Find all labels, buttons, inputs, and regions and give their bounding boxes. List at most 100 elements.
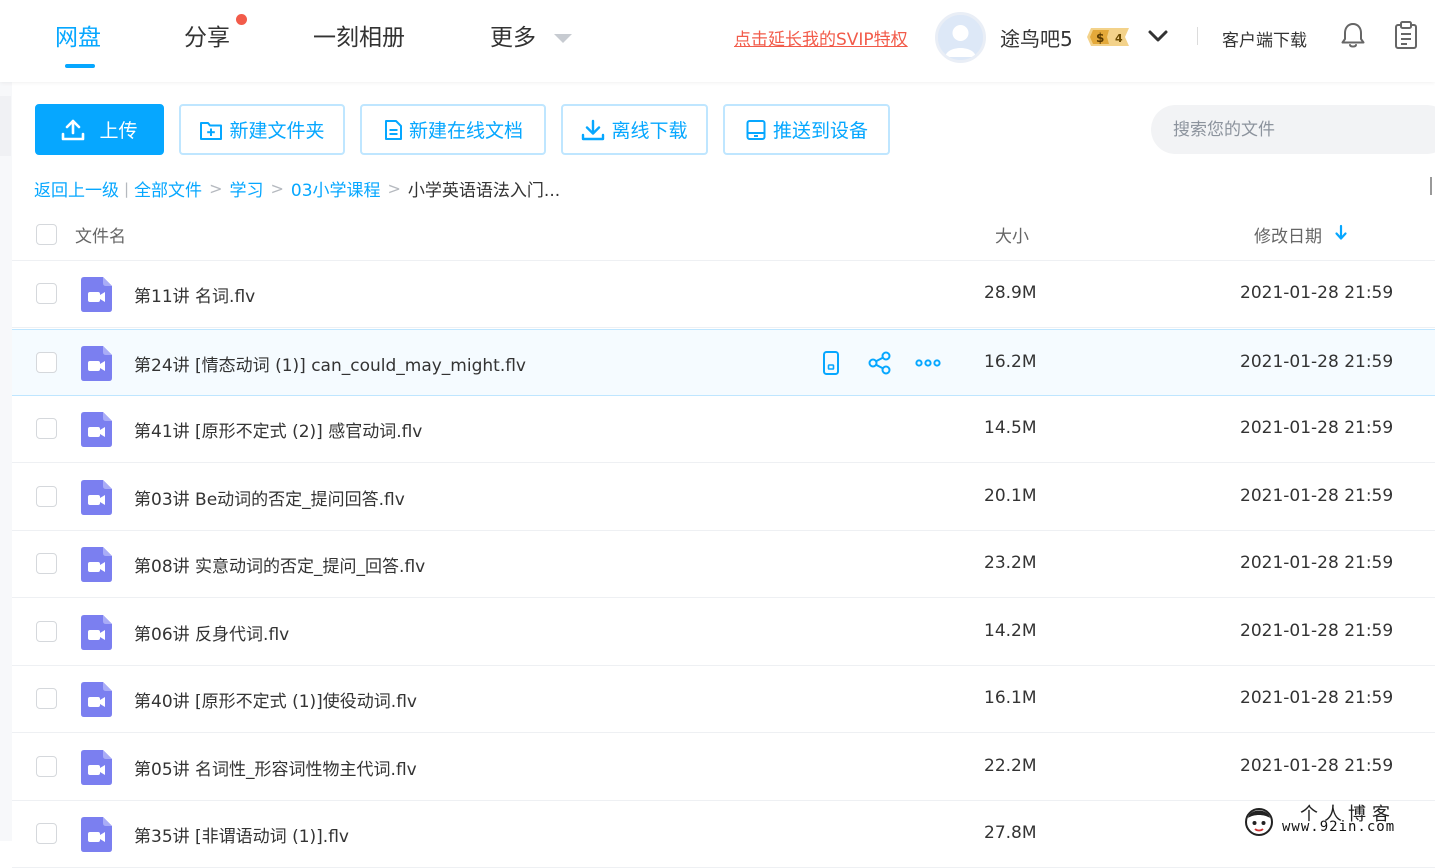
clipboard-icon[interactable]	[1393, 20, 1419, 50]
file-name[interactable]: 第35讲 [非谓语动词 (1)].flv	[134, 822, 349, 847]
push-to-device-label: 推送到设备	[772, 120, 868, 142]
row-checkbox[interactable]	[36, 418, 57, 439]
new-online-doc-label: 新建在线文档	[408, 120, 523, 142]
row-checkbox[interactable]	[36, 283, 57, 304]
phone-icon[interactable]	[818, 350, 844, 376]
file-size: 23.2M	[984, 553, 1037, 573]
nav-active-indicator	[65, 64, 95, 68]
chevron-down-icon[interactable]	[1147, 27, 1169, 45]
svg-text:4: 4	[1115, 32, 1123, 45]
sort-desc-arrow-icon[interactable]	[1334, 224, 1348, 241]
svip-extend-link[interactable]: 点击延长我的SVIP特权	[734, 25, 908, 50]
nav-tab-more[interactable]: 更多	[490, 18, 536, 52]
avatar[interactable]	[935, 12, 986, 63]
video-file-icon	[81, 817, 112, 852]
new-online-doc-button[interactable]: 新建在线文档	[360, 104, 546, 155]
offline-download-button[interactable]: 离线下载	[561, 104, 708, 155]
search-input[interactable]	[1151, 105, 1435, 154]
username[interactable]: 途鸟吧5	[1000, 23, 1073, 52]
breadcrumb-separator: >	[387, 179, 401, 198]
nav-tab-album[interactable]: 一刻相册	[313, 18, 405, 52]
table-row[interactable]: 第24讲 [情态动词 (1)] can_could_may_might.flv 1…	[12, 328, 1435, 396]
breadcrumb-divider: |	[124, 179, 130, 198]
file-date: 2021-01-28 21:59	[1240, 620, 1394, 641]
file-date: 2021-01-28 21:59	[1240, 283, 1394, 303]
upload-button[interactable]: 上传	[35, 104, 164, 155]
table-row[interactable]: 第40讲 [原形不定式 (1)]使役动词.flv 16.1M 2021-01-28 …	[12, 666, 1435, 733]
left-rail-handle[interactable]	[0, 96, 11, 156]
upload-icon	[62, 119, 85, 140]
watermark: 个人博客 www.92in.com	[1240, 800, 1430, 841]
column-header-date[interactable]: 修改日期	[1254, 222, 1322, 247]
row-checkbox[interactable]	[36, 755, 57, 777]
table-row[interactable]: 第03讲 Be动词的否定_提问回答.flv 20.1M 2021-01-28 21:…	[12, 464, 1435, 531]
push-to-device-button[interactable]: 推送到设备	[723, 104, 890, 155]
user-silhouette-icon	[938, 15, 983, 60]
file-date: 2021-01-28 21:59	[1240, 688, 1394, 708]
file-size: 14.5M	[984, 418, 1037, 438]
more-options-icon[interactable]	[914, 350, 942, 376]
watermark-url: www.92in.com	[1282, 819, 1396, 835]
bell-icon[interactable]	[1340, 21, 1366, 49]
file-name[interactable]: 第11讲 名词.flv	[134, 282, 255, 307]
share-icon[interactable]	[867, 350, 893, 376]
notification-dot	[236, 14, 247, 25]
file-name[interactable]: 第40讲 [原形不定式 (1)]使役动词.flv	[134, 687, 417, 712]
row-checkbox[interactable]	[36, 485, 57, 507]
row-checkbox[interactable]	[36, 553, 57, 574]
breadcrumb-separator: >	[270, 179, 284, 198]
file-name[interactable]: 第03讲 Be动词的否定_提问回答.flv	[134, 485, 405, 510]
blog-mascot-icon	[1245, 808, 1273, 836]
video-file-icon	[81, 749, 112, 785]
table-row[interactable]: 第06讲 反身代词.flv 14.2M 2021-01-28 21:59	[12, 599, 1435, 666]
table-row[interactable]: 第11讲 名词.flv 28.9M 2021-01-28 21:59	[12, 261, 1435, 328]
column-header-size[interactable]: 大小	[995, 222, 1029, 247]
table-row[interactable]: 第08讲 实意动词的否定_提问_回答.flv 23.2M 2021-01-28 21…	[12, 531, 1435, 598]
select-all-checkbox[interactable]	[36, 224, 57, 245]
column-header-name[interactable]: 文件名	[75, 222, 126, 247]
file-name[interactable]: 第05讲 名词性_形容词性物主代词.flv	[134, 755, 417, 780]
breadcrumb-current: 小学英语语法入门...	[407, 181, 561, 201]
table-header: 文件名 大小 修改日期	[12, 204, 1435, 261]
new-folder-button[interactable]: 新建文件夹	[179, 104, 345, 155]
breadcrumb-separator: >	[209, 179, 223, 198]
file-size: 16.1M	[984, 688, 1037, 708]
file-size: 28.9M	[984, 283, 1037, 303]
video-file-icon	[81, 412, 112, 447]
client-download-link[interactable]: 客户端下载	[1222, 26, 1307, 51]
left-rail	[0, 82, 12, 841]
file-name[interactable]: 第06讲 反身代词.flv	[134, 620, 289, 645]
video-file-icon	[81, 479, 112, 515]
file-size: 20.1M	[984, 485, 1037, 506]
video-file-icon	[81, 682, 112, 717]
breadcrumb-item-study[interactable]: 学习	[229, 176, 263, 201]
breadcrumb-item-course[interactable]: 03小学课程	[291, 176, 381, 201]
table-row[interactable]: 第41讲 [原形不定式 (2)] 感官动词.flv 14.5M 2021-01-28…	[12, 396, 1435, 463]
file-name[interactable]: 第08讲 实意动词的否定_提问_回答.flv	[134, 552, 425, 577]
svg-text:$: $	[1096, 31, 1104, 45]
file-size: 27.8M	[984, 823, 1037, 843]
breadcrumb-back-link[interactable]: 返回上一级	[34, 176, 119, 201]
view-toggle-edge[interactable]	[1430, 177, 1435, 195]
row-checkbox[interactable]	[36, 351, 57, 373]
download-icon	[582, 119, 605, 140]
file-date: 2021-01-28 21:59	[1240, 418, 1394, 438]
table-row[interactable]: 第05讲 名词性_形容词性物主代词.flv 22.2M 2021-01-28 21:…	[12, 734, 1435, 801]
video-file-icon	[81, 547, 112, 582]
divider	[1197, 27, 1198, 45]
upload-label: 上传	[99, 120, 138, 142]
row-checkbox[interactable]	[36, 620, 57, 642]
file-size: 16.2M	[984, 351, 1037, 372]
file-name[interactable]: 第24讲 [情态动词 (1)] can_could_may_might.flv	[134, 351, 526, 376]
nav-tab-share[interactable]: 分享	[184, 18, 230, 52]
chevron-down-icon[interactable]	[554, 34, 572, 43]
video-file-icon	[81, 614, 112, 650]
file-size: 22.2M	[984, 755, 1037, 776]
nav-tab-netdisk[interactable]: 网盘	[55, 18, 101, 52]
row-checkbox[interactable]	[36, 688, 57, 709]
device-icon	[746, 119, 766, 140]
file-date: 2021-01-28 21:59	[1240, 351, 1394, 372]
table-row[interactable]: 第35讲 [非谓语动词 (1)].flv 27.8M	[12, 801, 1435, 868]
breadcrumb-all-files[interactable]: 全部文件	[134, 176, 202, 201]
file-name[interactable]: 第41讲 [原形不定式 (2)] 感官动词.flv	[134, 417, 422, 442]
